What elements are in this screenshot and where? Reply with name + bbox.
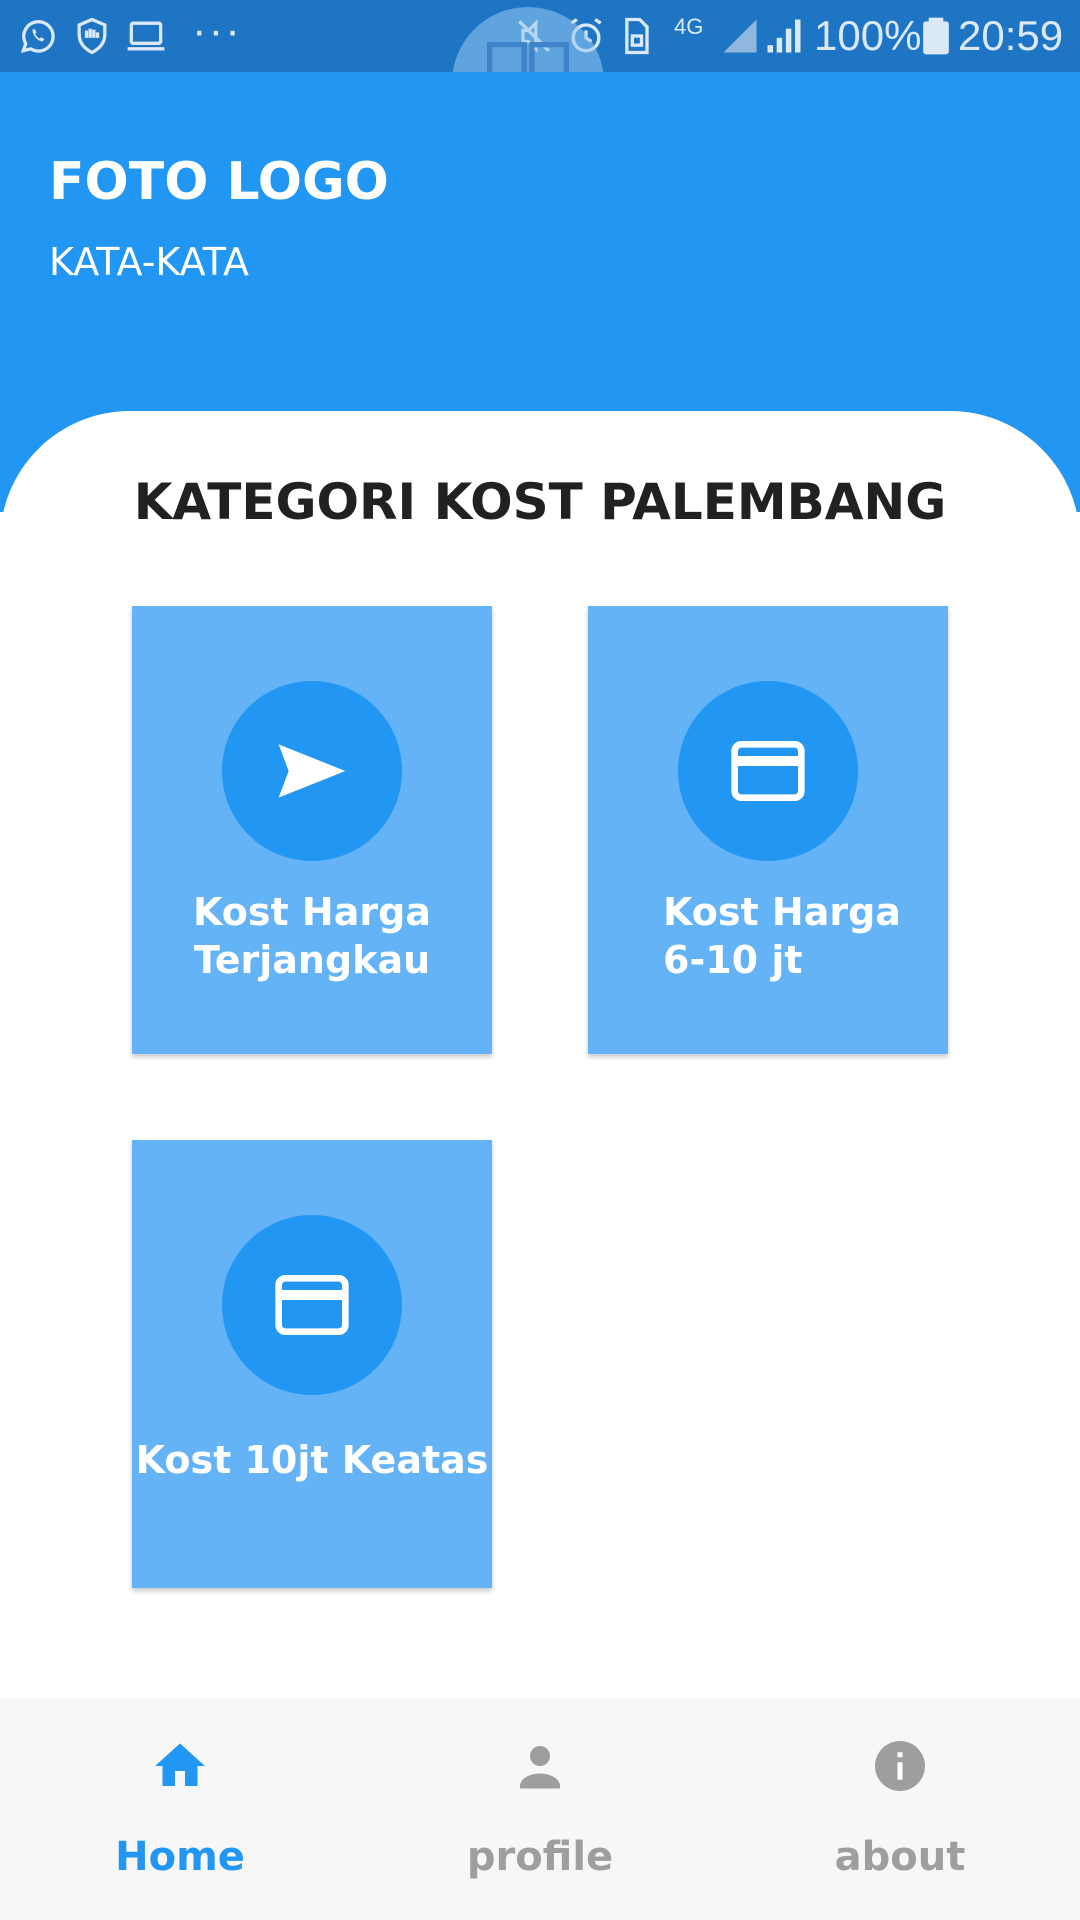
category-card-10jt-plus[interactable]: Kost 10jt Keatas bbox=[132, 1140, 492, 1588]
category-card-affordable[interactable]: Kost Harga Terjangkau bbox=[132, 606, 492, 1054]
shield-hand-icon bbox=[70, 14, 114, 58]
category-label: Kost 10jt Keatas bbox=[132, 1436, 492, 1484]
icon-circle bbox=[678, 681, 858, 861]
more-notifications-indicator: ··· bbox=[192, 6, 242, 55]
nav-item-about[interactable]: about bbox=[720, 1698, 1080, 1920]
whatsapp-icon bbox=[16, 14, 60, 58]
nav-label-profile: profile bbox=[466, 1834, 614, 1880]
credit-card-icon bbox=[731, 741, 805, 801]
home-icon bbox=[150, 1736, 210, 1796]
battery-icon bbox=[914, 14, 958, 58]
icon-circle bbox=[222, 681, 402, 861]
category-panel: KATEGORI KOST PALEMBANG Kost Harga Terja… bbox=[0, 411, 1080, 1701]
info-icon bbox=[870, 1736, 930, 1796]
tagline: KATA-KATA bbox=[49, 240, 249, 284]
category-label: Kost Harga Terjangkau bbox=[132, 888, 492, 984]
signal-bars-icon bbox=[762, 14, 806, 58]
signal-icon bbox=[718, 14, 762, 58]
category-label-line1: Kost Harga bbox=[663, 890, 901, 934]
network-type: 4G bbox=[674, 14, 704, 39]
nav-item-profile[interactable]: profile bbox=[360, 1698, 720, 1920]
person-icon bbox=[510, 1736, 570, 1796]
category-label-line2: Terjangkau bbox=[193, 938, 431, 982]
send-icon bbox=[278, 744, 346, 798]
nav-item-home[interactable]: Home bbox=[0, 1698, 360, 1920]
credit-card-icon bbox=[275, 1275, 349, 1335]
category-label-line1: Kost Harga bbox=[193, 890, 431, 934]
category-card-6-10jt[interactable]: Kost Harga 6-10 jt bbox=[588, 606, 948, 1054]
section-title: KATEGORI KOST PALEMBANG bbox=[133, 473, 947, 531]
status-bar: ··· 4G 100% 20:59 bbox=[0, 0, 1080, 159]
bottom-navigation: Home profile about bbox=[0, 1698, 1080, 1920]
logo-placeholder-title: FOTO LOGO bbox=[49, 152, 389, 212]
category-label-line2: 6-10 jt bbox=[663, 938, 803, 982]
clock: 20:59 bbox=[958, 12, 1064, 59]
sim-icon bbox=[614, 14, 658, 58]
category-label-line1: Kost 10jt Keatas bbox=[135, 1438, 489, 1482]
category-label: Kost Harga 6-10 jt bbox=[588, 888, 948, 984]
battery-percentage: 100% bbox=[814, 12, 922, 59]
nav-label-about: about bbox=[834, 1834, 966, 1880]
laptop-icon bbox=[124, 14, 168, 58]
icon-circle bbox=[222, 1215, 402, 1395]
nav-label-home: Home bbox=[115, 1834, 245, 1880]
